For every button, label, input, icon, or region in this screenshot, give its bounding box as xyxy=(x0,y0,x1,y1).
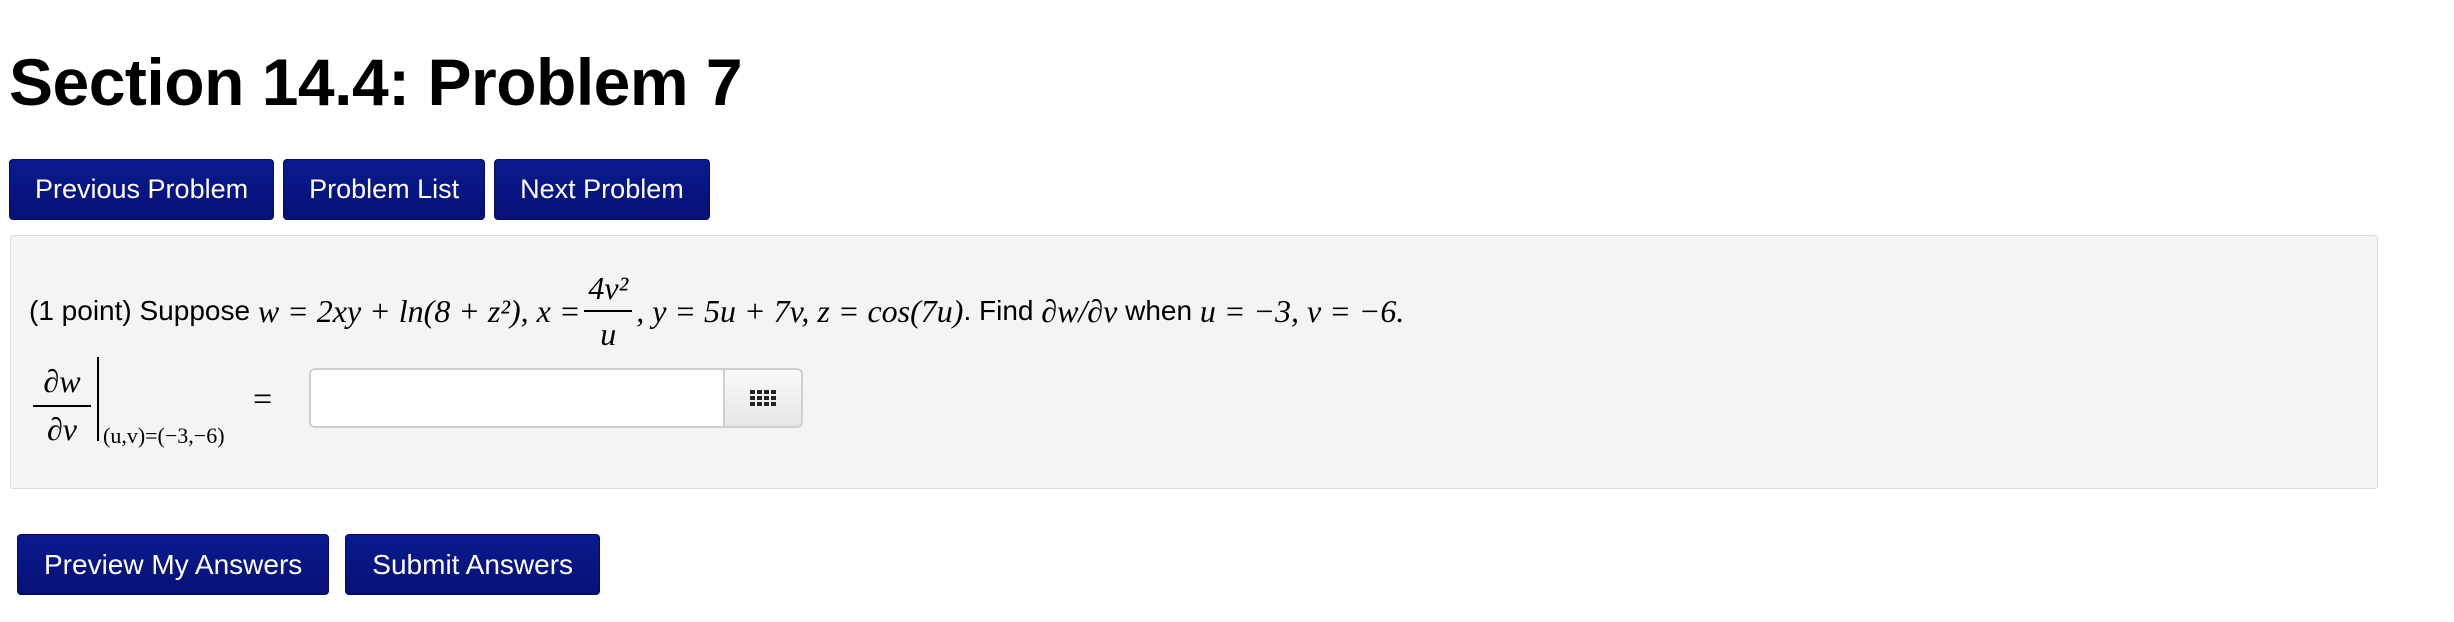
find-label: . Find xyxy=(963,295,1034,326)
previous-problem-button[interactable]: Previous Problem xyxy=(9,159,275,220)
keypad-grid-icon xyxy=(750,390,776,406)
points-label: (1 point) Suppose xyxy=(29,295,251,326)
x-fraction-denominator: u xyxy=(600,316,617,352)
page-title: Section 14.4: Problem 7 xyxy=(9,45,743,119)
equals-sign: = xyxy=(253,381,273,418)
when-label: when xyxy=(1125,295,1193,326)
submit-answers-button[interactable]: Submit Answers xyxy=(345,534,601,595)
evaluation-condition: u = −3, v = −6. xyxy=(1199,292,1405,329)
yz-equations: , y = 5u + 7v, z = cos(7u) xyxy=(636,292,964,329)
derivative-numerator: ∂w xyxy=(43,363,81,399)
answer-input[interactable] xyxy=(309,368,723,428)
derivative-denominator: ∂v xyxy=(46,411,77,447)
problem-navigation: Previous Problem Problem List Next Probl… xyxy=(9,159,710,220)
next-problem-button[interactable]: Next Problem xyxy=(494,159,710,220)
problem-list-button[interactable]: Problem List xyxy=(283,159,486,220)
preview-answers-button[interactable]: Preview My Answers xyxy=(17,534,330,595)
problem-statement: (1 point) Suppose w = 2xy + ln(8 + z²) ,… xyxy=(29,256,1404,366)
x-equation-prefix: , x = xyxy=(520,292,581,329)
w-equation: w = 2xy + ln(8 + z²) xyxy=(257,292,521,329)
equation-editor-button[interactable] xyxy=(723,368,803,428)
x-fraction: 4v² u xyxy=(584,270,633,352)
answer-row: ∂w ∂v (u,v)=(−3,−6) = xyxy=(33,357,833,457)
x-fraction-numerator: 4v² xyxy=(584,270,633,312)
evaluation-point: (u,v)=(−3,−6) xyxy=(103,423,225,448)
fraction-bar xyxy=(33,405,91,407)
answer-actions: Preview My Answers Submit Answers xyxy=(17,534,601,595)
problem-panel: (1 point) Suppose w = 2xy + ln(8 + z²) ,… xyxy=(10,235,2378,489)
evaluation-bar xyxy=(97,357,99,441)
target-derivative: ∂w/∂v xyxy=(1041,292,1118,329)
